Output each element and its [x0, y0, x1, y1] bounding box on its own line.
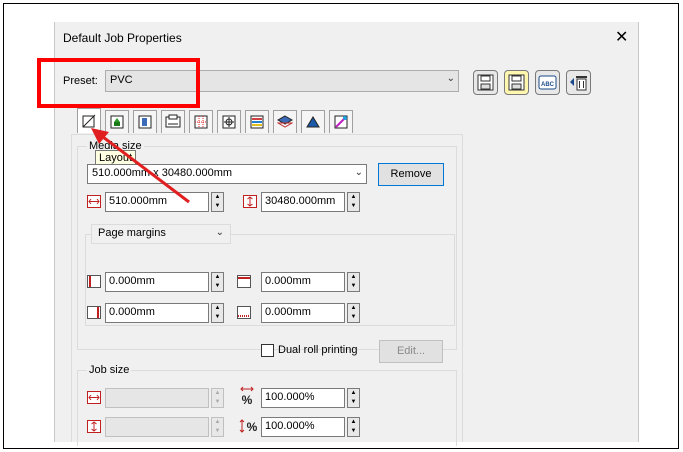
bottom-margin-field[interactable]: 0.000mm [261, 303, 345, 323]
rename-preset-button[interactable]: ABC [535, 70, 560, 95]
chevron-down-icon: ⌄ [446, 73, 455, 84]
left-margin-field[interactable]: 0.000mm [105, 272, 209, 292]
scale-y-percent: % [247, 420, 258, 434]
tab-color-bars[interactable] [245, 110, 269, 133]
edit-button[interactable]: Edit... [379, 340, 443, 363]
right-margin-stepper[interactable]: ▲ ▼ [211, 303, 224, 323]
effects-tab-icon [334, 115, 348, 129]
tab-effects[interactable] [329, 110, 353, 133]
scale-x-stepper[interactable]: ▲ ▼ [347, 388, 360, 408]
screenshot-frame: Default Job Properties ✕ Preset: PVC ⌄ A… [3, 3, 679, 449]
scale-x-percent: % [242, 393, 253, 407]
annotation-arrow [91, 128, 190, 204]
bottom-margin-stepper[interactable]: ▲ ▼ [347, 303, 360, 323]
scale-y-icon: % [239, 419, 258, 434]
left-margin-icon [87, 275, 101, 288]
tab-layers[interactable] [273, 110, 297, 133]
right-margin-icon [87, 306, 101, 319]
job-width-icon [87, 391, 101, 404]
delete-preset-icon [570, 76, 587, 91]
job-properties-dialog: Default Job Properties ✕ Preset: PVC ⌄ A… [37, 22, 639, 446]
save-as-preset-button[interactable] [504, 70, 529, 95]
dialog-title: Default Job Properties [63, 31, 182, 45]
margins-mode-dropdown[interactable]: Page margins ⌄ [91, 224, 231, 244]
shape-tab-icon [306, 116, 320, 128]
layers-tab-icon [277, 115, 293, 128]
left-margin-stepper[interactable]: ▲ ▼ [211, 272, 224, 292]
chevron-down-icon: ⌄ [215, 227, 224, 238]
job-width-field[interactable] [105, 388, 209, 408]
margins-mode-value: Page margins [98, 227, 166, 239]
scale-y-stepper[interactable]: ▲ ▼ [347, 417, 360, 437]
color-bars-tab-icon [250, 115, 264, 129]
job-height-icon [87, 420, 101, 433]
scale-x-field[interactable]: 100.000% [261, 388, 345, 408]
rename-preset-icon: ABC [538, 75, 557, 90]
remove-button[interactable]: Remove [378, 163, 444, 186]
height-icon [243, 195, 257, 208]
tab-marks[interactable] [217, 110, 241, 133]
top-margin-stepper[interactable]: ▲ ▼ [347, 272, 360, 292]
bottom-margin-icon [237, 306, 251, 319]
right-margin-field[interactable]: 0.000mm [105, 303, 209, 323]
save-as-preset-icon [508, 74, 525, 91]
save-preset-icon [477, 74, 494, 91]
rename-icon-text: ABC [541, 82, 555, 88]
job-height-field[interactable] [105, 417, 209, 437]
job-height-stepper[interactable]: ▲ ▼ [211, 417, 224, 437]
tab-shape[interactable] [301, 110, 325, 133]
close-icon[interactable]: ✕ [615, 27, 628, 47]
top-margin-icon [237, 275, 251, 288]
media-height-field[interactable]: 30480.000mm [261, 192, 345, 212]
highlight-box [37, 58, 200, 108]
scale-x-icon: % [240, 386, 254, 407]
media-height-stepper[interactable]: ▲ ▼ [347, 192, 360, 212]
delete-preset-button[interactable] [566, 70, 591, 95]
scale-y-field[interactable]: 100.000% [261, 417, 345, 437]
marks-tab-icon [222, 115, 236, 129]
save-preset-button[interactable] [473, 70, 498, 95]
top-margin-field[interactable]: 0.000mm [261, 272, 345, 292]
job-size-heading: Job size [87, 364, 132, 376]
dual-roll-checkbox[interactable] [261, 344, 274, 357]
job-width-stepper[interactable]: ▲ ▼ [211, 388, 224, 408]
chevron-down-icon: ⌄ [354, 167, 363, 178]
dual-roll-label: Dual roll printing [278, 344, 358, 356]
